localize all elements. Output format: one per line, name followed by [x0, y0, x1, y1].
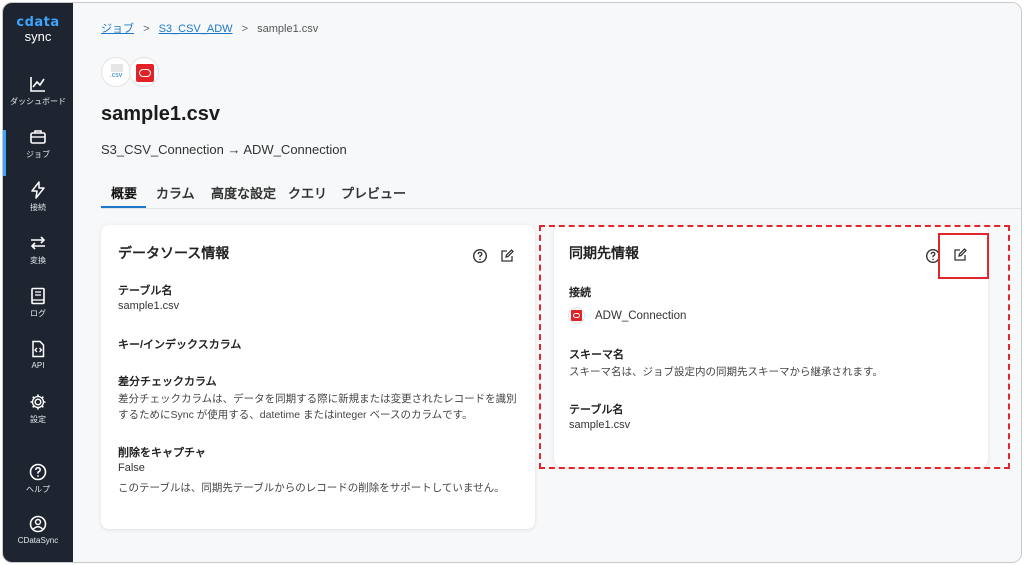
sidebar-item-label: CDataSync	[17, 536, 59, 545]
destination-card-title: 同期先情報	[569, 245, 639, 261]
chart-line-icon	[3, 75, 73, 93]
gear-icon	[3, 393, 73, 411]
brand-name: cdata	[16, 15, 60, 30]
source-card-title: データソース情報	[118, 245, 230, 261]
tab-divider	[101, 208, 1021, 209]
key-index-columns-label: キー/インデックスカラム	[118, 339, 242, 351]
sidebar-item-help[interactable]: ヘルプ	[3, 463, 73, 515]
connection-value[interactable]: ADW_Connection	[595, 310, 686, 322]
breadcrumb-separator: >	[143, 23, 150, 35]
capture-deletes-label: 削除をキャプチャ	[118, 447, 206, 459]
capture-deletes-desc: このテーブルは、同期先テーブルからのレコードの削除をサポートしていません。	[118, 482, 505, 494]
sidebar: cdata sync ダッシュボード ジョブ 接続 変換 ログ API 設定 ヘ…	[3, 3, 73, 562]
briefcase-icon	[3, 128, 73, 146]
sidebar-item-connections[interactable]: 接続	[3, 181, 73, 233]
page-title: sample1.csv	[101, 103, 220, 125]
sidebar-item-label: API	[31, 361, 45, 370]
brand-logo[interactable]: cdata sync	[3, 15, 73, 44]
schema-name-label: スキーマ名	[569, 349, 624, 361]
breadcrumb-link-job[interactable]: S3_CSV_ADW	[159, 23, 233, 35]
table-name-value: sample1.csv	[118, 300, 180, 312]
capture-deletes-value: False	[118, 462, 145, 474]
arrows-swap-icon	[3, 234, 73, 252]
app-window: cdata sync ダッシュボード ジョブ 接続 変換 ログ API 設定 ヘ…	[2, 2, 1022, 563]
book-icon	[3, 287, 73, 305]
sidebar-item-transformations[interactable]: 変換	[3, 234, 73, 286]
sidebar-item-api[interactable]: API	[3, 340, 73, 392]
source-info-card: データソース情報 テーブル名 sample1.csv キー/インデックスカラム …	[101, 225, 535, 529]
destination-info-card: 同期先情報 接続 ADW_Connection スキーマ名 スキーマ名は、ジョブ…	[554, 225, 988, 467]
help-circle-icon	[3, 463, 73, 481]
csv-file-icon: .csv	[101, 57, 131, 87]
table-name-label: テーブル名	[118, 285, 173, 297]
sidebar-item-label: ジョブ	[26, 150, 50, 159]
sidebar-item-label: 設定	[30, 415, 46, 424]
tab-preview[interactable]: プレビュー	[341, 183, 406, 202]
tab-advanced-settings[interactable]: 高度な設定	[211, 183, 276, 202]
csv-icon-label: .csv	[109, 72, 123, 79]
breadcrumb: ジョブ > S3_CSV_ADW > sample1.csv	[101, 20, 318, 36]
diff-check-column-label: 差分チェックカラム	[118, 376, 217, 388]
breadcrumb-current: sample1.csv	[257, 23, 319, 35]
brand-subtitle: sync	[24, 29, 52, 44]
breadcrumb-link-jobs[interactable]: ジョブ	[101, 23, 134, 35]
edit-icon[interactable]	[499, 248, 515, 264]
oracle-icon	[129, 57, 159, 87]
connection-label: 接続	[569, 287, 591, 299]
destination-table-name-value: sample1.csv	[569, 419, 631, 431]
diff-check-column-desc: 差分チェックカラムは、データを同期する際に新規または変更されたレコードを識別する…	[118, 393, 517, 421]
connection-path: S3_CSV_Connection → ADW_Connection	[101, 142, 347, 157]
sidebar-item-settings[interactable]: 設定	[3, 393, 73, 445]
schema-name-desc: スキーマ名は、ジョブ設定内の同期先スキーマから継承されます。	[569, 366, 883, 378]
code-file-icon	[3, 340, 73, 358]
main-content: ジョブ > S3_CSV_ADW > sample1.csv .csv samp…	[73, 3, 1021, 562]
lightning-icon	[3, 181, 73, 199]
help-circle-icon[interactable]	[472, 248, 488, 264]
csv-doc-shape	[111, 64, 123, 72]
tab-columns[interactable]: カラム	[156, 183, 195, 202]
edit-icon[interactable]	[952, 247, 968, 263]
sidebar-item-label: 変換	[30, 256, 46, 265]
oracle-logo-box	[136, 64, 154, 82]
sidebar-item-account[interactable]: CDataSync	[3, 515, 73, 562]
sidebar-item-jobs[interactable]: ジョブ	[3, 128, 73, 180]
sidebar-item-label: ログ	[30, 309, 46, 318]
sidebar-item-label: ダッシュボード	[10, 97, 66, 106]
help-circle-icon[interactable]	[925, 248, 941, 264]
tab-query[interactable]: クエリ	[288, 183, 327, 202]
breadcrumb-separator: >	[241, 23, 249, 35]
oracle-icon	[568, 307, 585, 324]
sidebar-item-logs[interactable]: ログ	[3, 287, 73, 339]
tab-overview[interactable]: 概要	[111, 183, 137, 202]
sidebar-item-dashboard[interactable]: ダッシュボード	[3, 75, 73, 127]
sidebar-item-label: ヘルプ	[26, 485, 50, 494]
sidebar-item-label: 接続	[30, 203, 46, 212]
user-icon	[3, 515, 73, 533]
destination-table-name-label: テーブル名	[569, 404, 624, 416]
